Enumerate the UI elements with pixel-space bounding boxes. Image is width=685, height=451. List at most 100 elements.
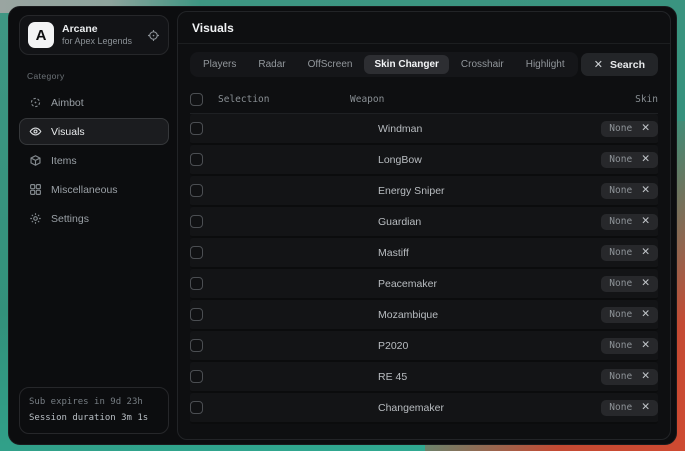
row-checkbox[interactable] [190, 277, 203, 290]
weapon-name: RE 45 [218, 371, 601, 383]
gear-icon [29, 212, 42, 225]
skin-value: None [609, 247, 632, 258]
search-button-label: Search [610, 59, 645, 71]
row-checkbox[interactable] [190, 184, 203, 197]
session-duration-text: Session duration 3m 1s [29, 411, 159, 426]
search-icon: ✕ [594, 58, 603, 71]
tab-crosshair[interactable]: Crosshair [451, 55, 514, 74]
skin-chip[interactable]: None ✕ [601, 307, 658, 323]
skin-value: None [609, 371, 632, 382]
skin-chip[interactable]: None ✕ [601, 276, 658, 292]
weapon-name: Guardian [218, 216, 601, 228]
clear-skin-icon[interactable]: ✕ [641, 402, 650, 413]
category-nav: Aimbot Visuals Items [19, 89, 169, 232]
column-header-skin: Skin [635, 94, 658, 105]
clear-skin-icon[interactable]: ✕ [641, 278, 650, 289]
table-header-row: Selection Weapon Skin [190, 85, 658, 114]
skin-chip[interactable]: None ✕ [601, 152, 658, 168]
tab-players[interactable]: Players [193, 55, 246, 74]
skin-chip[interactable]: None ✕ [601, 214, 658, 230]
skin-value: None [609, 402, 632, 413]
weapon-name: P2020 [218, 340, 601, 352]
skin-chip[interactable]: None ✕ [601, 245, 658, 261]
crosshair-icon [29, 96, 42, 109]
row-checkbox[interactable] [190, 246, 203, 259]
target-icon[interactable] [147, 29, 160, 42]
tab-highlight[interactable]: Highlight [516, 55, 575, 74]
clear-skin-icon[interactable]: ✕ [641, 185, 650, 196]
select-all-checkbox[interactable] [190, 93, 203, 106]
row-checkbox[interactable] [190, 339, 203, 352]
tab-radar[interactable]: Radar [248, 55, 295, 74]
skin-chip[interactable]: None ✕ [601, 121, 658, 137]
sidebar-item-settings[interactable]: Settings [19, 205, 169, 232]
weapon-name: Peacemaker [218, 278, 601, 290]
skin-chip[interactable]: None ✕ [601, 369, 658, 385]
column-header-weapon: Weapon [336, 94, 635, 105]
skin-chip[interactable]: None ✕ [601, 400, 658, 416]
sidebar: A Arcane for Apex Legends Category [9, 7, 177, 444]
clear-skin-icon[interactable]: ✕ [641, 340, 650, 351]
box-icon [29, 154, 42, 167]
tab-skin-changer[interactable]: Skin Changer [364, 55, 448, 74]
skin-value: None [609, 154, 632, 165]
sidebar-item-visuals[interactable]: Visuals [19, 118, 169, 145]
skin-value: None [609, 340, 632, 351]
skin-value: None [609, 309, 632, 320]
row-checkbox[interactable] [190, 401, 203, 414]
table-row: Mozambique None ✕ [190, 300, 658, 331]
sidebar-item-miscellaneous[interactable]: Miscellaneous [19, 176, 169, 203]
category-label: Category [27, 71, 169, 81]
sidebar-item-aimbot[interactable]: Aimbot [19, 89, 169, 116]
main-panel: Visuals Players Radar OffScreen Skin Cha… [177, 11, 671, 440]
weapon-name: LongBow [218, 154, 601, 166]
clear-skin-icon[interactable]: ✕ [641, 154, 650, 165]
row-checkbox[interactable] [190, 122, 203, 135]
sidebar-item-label: Items [51, 155, 77, 167]
arcane-overlay-window: A Arcane for Apex Legends Category [8, 6, 677, 445]
sidebar-item-label: Visuals [51, 126, 85, 138]
table-row: Guardian None ✕ [190, 207, 658, 238]
skin-value: None [609, 185, 632, 196]
brand-card: A Arcane for Apex Legends [19, 15, 169, 55]
brand-logo: A [28, 22, 54, 48]
sidebar-item-items[interactable]: Items [19, 147, 169, 174]
weapon-name: Mastiff [218, 247, 601, 259]
page-title: Visuals [192, 21, 656, 35]
clear-skin-icon[interactable]: ✕ [641, 247, 650, 258]
row-checkbox[interactable] [190, 215, 203, 228]
table-row: RE 45 None ✕ [190, 362, 658, 393]
clear-skin-icon[interactable]: ✕ [641, 216, 650, 227]
sidebar-item-label: Settings [51, 213, 89, 225]
clear-skin-icon[interactable]: ✕ [641, 371, 650, 382]
clear-skin-icon[interactable]: ✕ [641, 123, 650, 134]
weapon-name: Windman [218, 123, 601, 135]
brand-title: Arcane [62, 23, 139, 36]
search-button[interactable]: ✕ Search [581, 53, 658, 76]
skin-changer-table: Selection Weapon Skin Windman None ✕ Lon… [178, 83, 670, 439]
tab-bar: Players Radar OffScreen Skin Changer Cro… [190, 52, 578, 77]
skin-value: None [609, 123, 632, 134]
grid-icon [29, 183, 42, 196]
table-row: LongBow None ✕ [190, 145, 658, 176]
row-checkbox[interactable] [190, 370, 203, 383]
table-row: Energy Sniper None ✕ [190, 176, 658, 207]
skin-chip[interactable]: None ✕ [601, 338, 658, 354]
sidebar-item-label: Miscellaneous [51, 184, 118, 196]
session-info-card: Sub expires in 9d 23h Session duration 3… [19, 387, 169, 434]
main-header: Visuals [178, 12, 670, 44]
weapon-name: Mozambique [218, 309, 601, 321]
eye-icon [29, 125, 42, 138]
weapon-name: Energy Sniper [218, 185, 601, 197]
row-checkbox[interactable] [190, 153, 203, 166]
skin-chip[interactable]: None ✕ [601, 183, 658, 199]
table-row: P2020 None ✕ [190, 331, 658, 362]
sidebar-item-label: Aimbot [51, 97, 84, 109]
table-row: Windman None ✕ [190, 114, 658, 145]
table-row: Mastiff None ✕ [190, 238, 658, 269]
toolbar: Players Radar OffScreen Skin Changer Cro… [178, 44, 670, 83]
tab-offscreen[interactable]: OffScreen [298, 55, 363, 74]
clear-skin-icon[interactable]: ✕ [641, 309, 650, 320]
weapon-name: Changemaker [218, 402, 601, 414]
row-checkbox[interactable] [190, 308, 203, 321]
